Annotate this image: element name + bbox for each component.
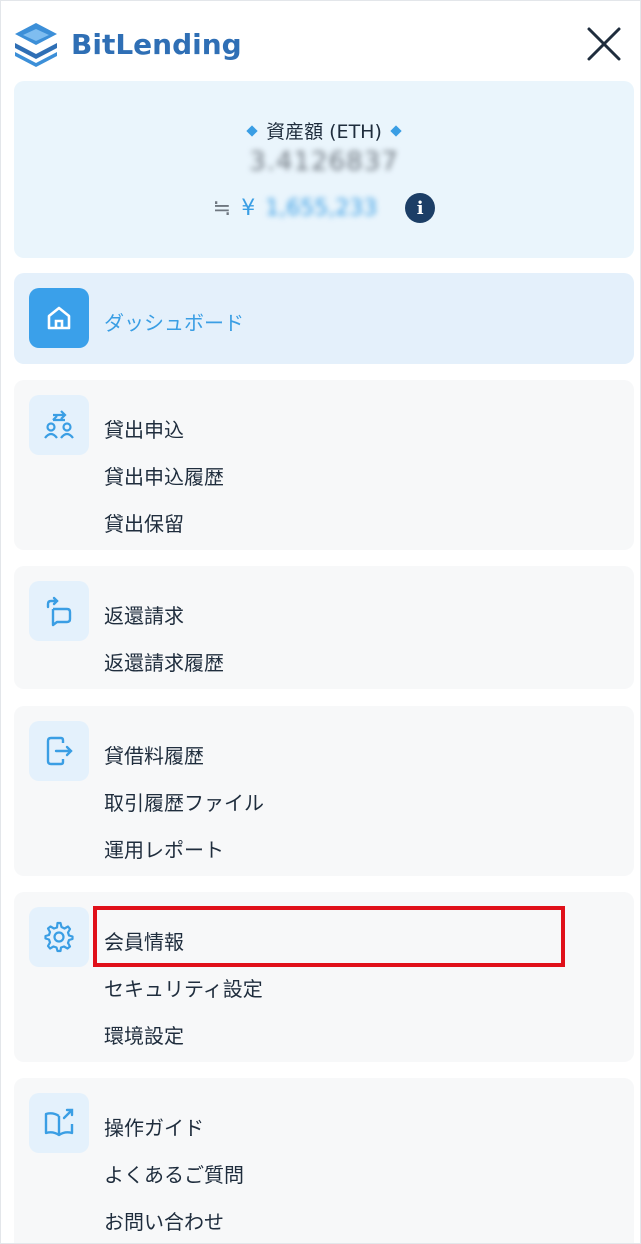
menu-item-environment-settings[interactable]: 環境設定 xyxy=(104,1020,184,1049)
menu-item-return-request[interactable]: 返還請求 xyxy=(104,600,184,629)
menu-item-dashboard[interactable]: ダッシュボード xyxy=(104,307,244,336)
menu-item-security-settings[interactable]: セキュリティ設定 xyxy=(104,973,263,1002)
return-icon xyxy=(46,596,72,627)
close-button[interactable] xyxy=(585,25,623,63)
lending-icon-box xyxy=(29,395,89,455)
info-icon[interactable]: i xyxy=(405,193,436,223)
menu-panel: BitLending 資産額 (ETH) 3.4126837 ≒ ¥ 1,655… xyxy=(0,0,641,1244)
menu-item-member-info[interactable]: 会員情報 xyxy=(104,926,184,955)
assets-title-row: 資産額 (ETH) xyxy=(14,117,634,144)
menu-item-lending-history[interactable]: 貸出申込履歴 xyxy=(104,461,224,490)
menu-group-settings: 会員情報 セキュリティ設定 環境設定 xyxy=(14,892,634,1062)
close-icon xyxy=(587,27,621,61)
diamond-icon xyxy=(390,124,402,137)
layers-logo-icon xyxy=(15,23,57,67)
history-icon-box xyxy=(29,721,89,781)
menu-group-lending: 貸出申込 貸出申込履歴 貸出保留 xyxy=(14,380,634,550)
assets-card: 資産額 (ETH) 3.4126837 ≒ ¥ 1,655,233 i xyxy=(14,81,634,258)
menu-item-guide[interactable]: 操作ガイド xyxy=(104,1112,204,1141)
people-exchange-icon xyxy=(44,410,74,439)
assets-amount: 3.4126837 xyxy=(249,147,399,177)
menu-item-lending-pending[interactable]: 貸出保留 xyxy=(104,508,184,537)
home-icon xyxy=(47,306,71,330)
book-icon xyxy=(44,1108,74,1137)
menu-item-return-history[interactable]: 返還請求履歴 xyxy=(104,647,224,676)
menu-item-faq[interactable]: よくあるご質問 xyxy=(104,1159,244,1188)
assets-jpy-row: ≒ ¥ 1,655,233 i xyxy=(14,193,634,223)
logo-text: BitLending xyxy=(71,27,242,61)
file-export-icon xyxy=(46,736,73,766)
menu-item-fee-history[interactable]: 貸借料履歴 xyxy=(104,740,204,769)
settings-icon-box xyxy=(29,907,89,967)
menu-group-help: 操作ガイド よくあるご質問 お問い合わせ xyxy=(14,1078,634,1243)
menu-item-contact[interactable]: お問い合わせ xyxy=(104,1206,224,1235)
diamond-icon xyxy=(246,124,258,137)
gear-icon xyxy=(44,921,74,953)
return-icon-box xyxy=(29,581,89,641)
menu-item-operation-report[interactable]: 運用レポート xyxy=(104,834,224,863)
yen-symbol: ¥ xyxy=(241,195,256,221)
approx-symbol: ≒ xyxy=(212,195,232,221)
help-icon-box xyxy=(29,1093,89,1153)
header: BitLending xyxy=(1,1,640,81)
menu-group-dashboard[interactable]: ダッシュボード xyxy=(14,273,634,364)
menu-item-lending-application[interactable]: 貸出申込 xyxy=(104,414,184,443)
logo[interactable]: BitLending xyxy=(13,21,242,67)
jpy-value: 1,655,233 xyxy=(265,195,378,221)
menu-group-return: 返還請求 返還請求履歴 xyxy=(14,566,634,689)
dashboard-icon-box xyxy=(29,288,89,348)
menu-item-transaction-file[interactable]: 取引履歴ファイル xyxy=(104,787,264,816)
assets-title: 資産額 (ETH) xyxy=(266,121,382,143)
menu-group-history: 貸借料履歴 取引履歴ファイル 運用レポート xyxy=(14,706,634,876)
